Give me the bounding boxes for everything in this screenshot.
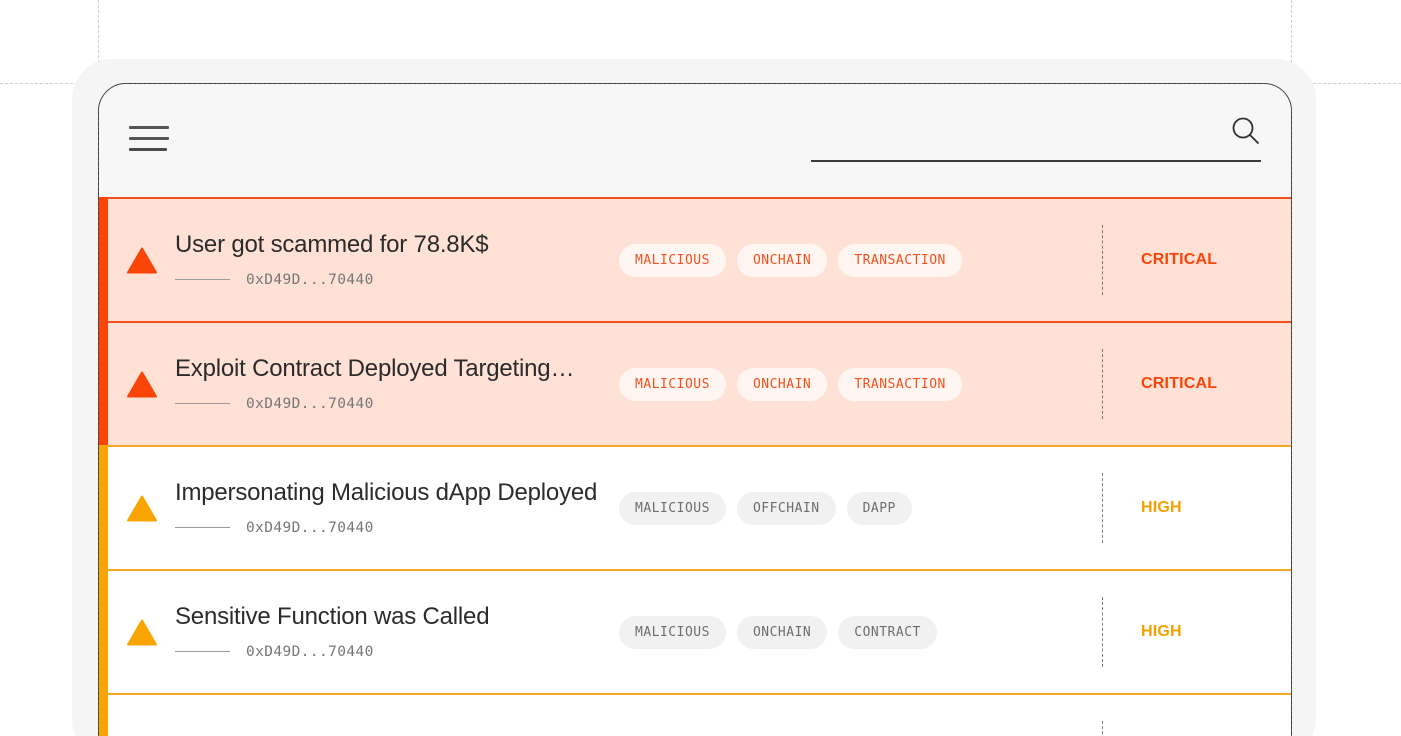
severity-accent-bar: [99, 197, 108, 323]
severity-badge: HIGH: [1141, 499, 1291, 517]
tag[interactable]: MALICIOUS: [619, 616, 726, 649]
alert-hash-line: 0xD49D...70440: [175, 396, 615, 412]
alert-meta: Impersonating Malicious dApp Deployed 0x…: [165, 480, 615, 535]
tag[interactable]: TRANSACTION: [838, 368, 962, 401]
tag-group: MALICIOUS ONCHAIN TRANSACTION: [615, 244, 1102, 277]
alert-hash: 0xD49D...70440: [246, 272, 374, 288]
table-row[interactable]: HIGH: [99, 693, 1291, 736]
table-row[interactable]: Exploit Contract Deployed Targeting… 0xD…: [99, 321, 1291, 445]
row-divider: [1102, 349, 1103, 419]
hash-dash: [175, 527, 230, 528]
hash-dash: [175, 279, 230, 280]
alert-hash: 0xD49D...70440: [246, 520, 374, 536]
warning-triangle-icon: [127, 371, 157, 398]
tag[interactable]: DAPP: [847, 492, 912, 525]
warning-triangle-icon: [127, 495, 157, 522]
warning-triangle-icon: [127, 619, 157, 646]
alert-hash-line: 0xD49D...70440: [175, 272, 615, 288]
warning-triangle-icon: [127, 247, 157, 274]
tag-group: MALICIOUS OFFCHAIN DAPP: [615, 492, 1102, 525]
alert-meta: Exploit Contract Deployed Targeting… 0xD…: [165, 356, 615, 411]
tag[interactable]: ONCHAIN: [737, 368, 827, 401]
alert-title: Exploit Contract Deployed Targeting…: [175, 356, 615, 382]
severity-accent-bar: [99, 445, 108, 571]
severity-accent-bar: [99, 569, 108, 695]
alert-title: User got scammed for 78.8K$: [175, 232, 615, 258]
tag[interactable]: ONCHAIN: [737, 244, 827, 277]
search-bar: [811, 112, 1261, 172]
severity-badge: CRITICAL: [1141, 375, 1291, 393]
row-divider: [1102, 225, 1103, 295]
alert-hash: 0xD49D...70440: [246, 396, 374, 412]
app-header: [99, 84, 1291, 197]
table-row[interactable]: Sensitive Function was Called 0xD49D...7…: [99, 569, 1291, 693]
tag[interactable]: CONTRACT: [838, 616, 937, 649]
alert-title: Impersonating Malicious dApp Deployed: [175, 480, 615, 506]
tag[interactable]: MALICIOUS: [619, 244, 726, 277]
tag[interactable]: TRANSACTION: [838, 244, 962, 277]
table-row[interactable]: User got scammed for 78.8K$ 0xD49D...704…: [99, 197, 1291, 321]
search-input[interactable]: [811, 126, 1261, 162]
row-divider: [1102, 473, 1103, 543]
table-row[interactable]: Impersonating Malicious dApp Deployed 0x…: [99, 445, 1291, 569]
hash-dash: [175, 651, 230, 652]
tag[interactable]: ONCHAIN: [737, 616, 827, 649]
tag[interactable]: MALICIOUS: [619, 368, 726, 401]
severity-accent-bar: [99, 321, 108, 447]
alert-meta: Sensitive Function was Called 0xD49D...7…: [165, 604, 615, 659]
hash-dash: [175, 403, 230, 404]
row-divider: [1102, 721, 1103, 736]
severity-badge: CRITICAL: [1141, 251, 1291, 269]
alert-title: Sensitive Function was Called: [175, 604, 615, 630]
tag-group: MALICIOUS ONCHAIN TRANSACTION: [615, 368, 1102, 401]
search-icon[interactable]: [1229, 114, 1263, 148]
app-card: User got scammed for 78.8K$ 0xD49D...704…: [98, 83, 1292, 736]
tag[interactable]: MALICIOUS: [619, 492, 726, 525]
alert-hash-line: 0xD49D...70440: [175, 520, 615, 536]
alert-meta: User got scammed for 78.8K$ 0xD49D...704…: [165, 232, 615, 287]
tag[interactable]: OFFCHAIN: [737, 492, 836, 525]
alert-hash: 0xD49D...70440: [246, 644, 374, 660]
hamburger-menu-icon[interactable]: [129, 126, 169, 154]
severity-accent-bar: [99, 693, 108, 736]
severity-badge: HIGH: [1141, 623, 1291, 641]
alert-hash-line: 0xD49D...70440: [175, 644, 615, 660]
row-divider: [1102, 597, 1103, 667]
screen: User got scammed for 78.8K$ 0xD49D...704…: [0, 0, 1401, 736]
tag-group: MALICIOUS ONCHAIN CONTRACT: [615, 616, 1102, 649]
alert-list[interactable]: User got scammed for 78.8K$ 0xD49D...704…: [99, 197, 1291, 736]
